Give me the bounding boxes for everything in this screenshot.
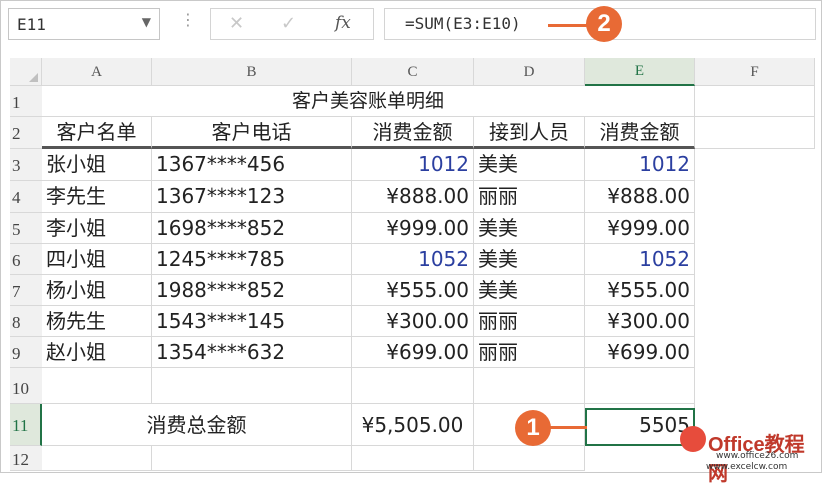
header-customer-name[interactable]: 客户名单 — [42, 117, 152, 149]
callout-badge-2: 2 — [586, 6, 622, 42]
name-box[interactable]: E11 ▼ — [8, 8, 160, 40]
total-amount[interactable]: ¥5,505.00 — [352, 404, 474, 446]
row-header-1[interactable]: 1 — [10, 86, 42, 117]
formula-text: =SUM(E3:E10) — [405, 14, 521, 33]
table-row-staff[interactable]: 美美 — [474, 213, 585, 244]
formula-bar: E11 ▼ ⋮ ✕ ✓ fx =SUM(E3:E10) — [2, 2, 820, 46]
table-row-amount-2[interactable]: ¥555.00 — [585, 275, 695, 306]
column-header-a[interactable]: A — [42, 58, 152, 86]
table-row-staff[interactable]: 丽丽 — [474, 337, 585, 368]
cell-a12[interactable] — [42, 446, 152, 471]
table-row-phone[interactable]: 1245****785 — [152, 244, 352, 275]
table-row-amount-2[interactable]: 1052 — [585, 244, 695, 275]
table-row-phone[interactable]: 1354****632 — [152, 337, 352, 368]
cell-c10[interactable] — [352, 368, 474, 404]
table-row-amount-2[interactable]: ¥888.00 — [585, 181, 695, 213]
table-row-staff[interactable]: 美美 — [474, 244, 585, 275]
formula-buttons: ✕ ✓ fx — [210, 8, 374, 40]
total-label[interactable]: 消费总金额 — [42, 404, 352, 446]
header-amount[interactable]: 消费金额 — [352, 117, 474, 149]
insert-function-icon[interactable]: fx — [335, 13, 351, 33]
cell-b10[interactable] — [152, 368, 352, 404]
table-row-staff[interactable]: 丽丽 — [474, 306, 585, 337]
table-row-amount[interactable]: 1052 — [352, 244, 474, 275]
table-row-name[interactable]: 赵小姐 — [42, 337, 152, 368]
row-header-9[interactable]: 9 — [10, 337, 42, 368]
cell-e10[interactable] — [585, 368, 695, 404]
more-dots-icon[interactable]: ⋮ — [180, 12, 196, 28]
row-header-4[interactable]: 4 — [10, 181, 42, 213]
table-row-name[interactable]: 杨先生 — [42, 306, 152, 337]
header-amount-2[interactable]: 消费金额 — [585, 117, 695, 149]
cell-a10[interactable] — [42, 368, 152, 404]
table-row-phone[interactable]: 1988****852 — [152, 275, 352, 306]
chevron-down-icon[interactable]: ▼ — [142, 15, 151, 29]
table-row-staff[interactable]: 美美 — [474, 149, 585, 181]
row-header-11[interactable]: 11 — [10, 404, 42, 446]
table-row-staff[interactable]: 美美 — [474, 275, 585, 306]
table-row-staff[interactable]: 丽丽 — [474, 181, 585, 213]
cell-d12[interactable] — [474, 446, 585, 471]
check-icon[interactable]: ✓ — [281, 13, 296, 34]
row-header-2[interactable]: 2 — [10, 117, 42, 149]
sheet-title[interactable]: 客户美容账单明细 — [42, 86, 695, 117]
cell-d10[interactable] — [474, 368, 585, 404]
header-staff[interactable]: 接到人员 — [474, 117, 585, 149]
callout-line — [548, 24, 588, 27]
row-header-3[interactable]: 3 — [10, 149, 42, 181]
table-row-phone[interactable]: 1367****456 — [152, 149, 352, 181]
table-row-name[interactable]: 李小姐 — [42, 213, 152, 244]
table-row-amount-2[interactable]: ¥999.00 — [585, 213, 695, 244]
table-row-name[interactable]: 杨小姐 — [42, 275, 152, 306]
table-row-name[interactable]: 李先生 — [42, 181, 152, 213]
watermark-url-2: www.excelcw.com — [706, 462, 788, 472]
callout-line — [549, 426, 587, 429]
row-header-8[interactable]: 8 — [10, 306, 42, 337]
cell-f2[interactable] — [695, 117, 815, 149]
watermark: Office教程网 www.office26.com www.excelcw.c… — [678, 424, 818, 485]
header-customer-phone[interactable]: 客户电话 — [152, 117, 352, 149]
cell-f1[interactable] — [695, 86, 815, 117]
table-row-amount[interactable]: 1012 — [352, 149, 474, 181]
column-header-e[interactable]: E — [585, 58, 695, 86]
table-row-amount[interactable]: ¥300.00 — [352, 306, 474, 337]
column-header-f[interactable]: F — [695, 58, 815, 86]
table-row-amount-2[interactable]: 1012 — [585, 149, 695, 181]
table-row-amount-2[interactable]: ¥699.00 — [585, 337, 695, 368]
callout-badge-1: 1 — [515, 410, 551, 446]
select-all-corner[interactable] — [10, 58, 42, 86]
column-header-b[interactable]: B — [152, 58, 352, 86]
table-row-amount[interactable]: ¥999.00 — [352, 213, 474, 244]
office-logo-icon — [680, 426, 706, 452]
watermark-url-1: www.office26.com — [716, 451, 799, 461]
row-header-10[interactable]: 10 — [10, 368, 42, 404]
name-box-value: E11 — [17, 15, 46, 34]
table-row-amount[interactable]: ¥699.00 — [352, 337, 474, 368]
cell-b12[interactable] — [152, 446, 352, 471]
row-header-6[interactable]: 6 — [10, 244, 42, 275]
table-row-phone[interactable]: 1543****145 — [152, 306, 352, 337]
table-row-name[interactable]: 四小姐 — [42, 244, 152, 275]
row-header-5[interactable]: 5 — [10, 213, 42, 244]
column-header-c[interactable]: C — [352, 58, 474, 86]
table-row-amount-2[interactable]: ¥300.00 — [585, 306, 695, 337]
table-row-amount[interactable]: ¥888.00 — [352, 181, 474, 213]
row-header-12[interactable]: 12 — [10, 446, 42, 471]
table-row-phone[interactable]: 1367****123 — [152, 181, 352, 213]
cancel-icon[interactable]: ✕ — [229, 13, 244, 34]
table-row-amount[interactable]: ¥555.00 — [352, 275, 474, 306]
row-header-7[interactable]: 7 — [10, 275, 42, 306]
column-header-d[interactable]: D — [474, 58, 585, 86]
table-row-phone[interactable]: 1698****852 — [152, 213, 352, 244]
table-row-name[interactable]: 张小姐 — [42, 149, 152, 181]
cell-c12[interactable] — [352, 446, 474, 471]
